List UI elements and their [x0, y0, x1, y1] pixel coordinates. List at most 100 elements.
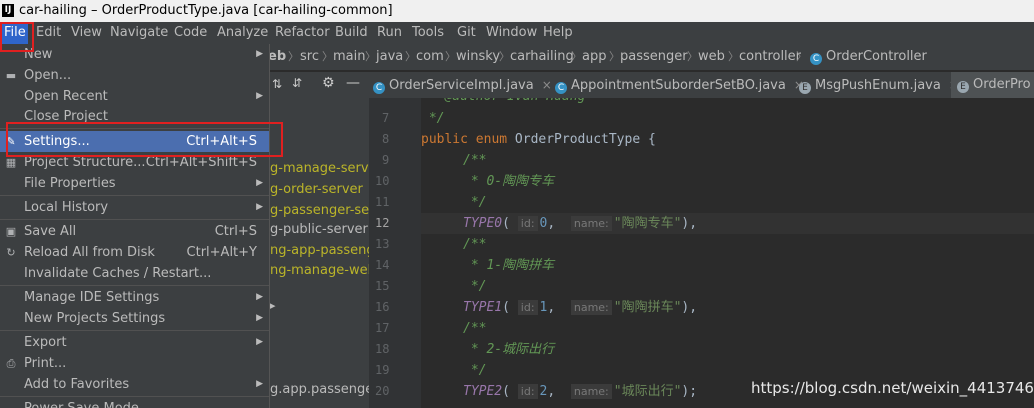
code-line: * 1-陶陶拼车	[463, 258, 555, 273]
menu-edit[interactable]: Edit	[34, 22, 63, 44]
code-line: */	[463, 195, 487, 210]
sort-icon[interactable]: ⇅	[272, 77, 282, 91]
breadcrumb-item[interactable]: app	[582, 44, 606, 70]
submenu-arrow-icon: ▶	[256, 49, 263, 59]
tree-item[interactable]: g-order-server	[270, 182, 363, 197]
breadcrumb-item[interactable]: winsky	[456, 44, 500, 70]
highlight-box	[6, 122, 283, 157]
submenu-arrow-icon: ▶	[256, 292, 263, 302]
editor-tabs: C OrderServiceImpl.java × C AppointmentSubo…	[369, 72, 1034, 99]
param-hint: id:	[517, 384, 538, 399]
param-hint: name:	[570, 300, 612, 315]
menu-build[interactable]: Build	[333, 22, 370, 44]
window-title: car-hailing – OrderProductType.java [car…	[19, 3, 393, 18]
menu-item-add-to-favorites[interactable]: Add to Favorites ▶	[0, 374, 269, 395]
breadcrumb-item[interactable]: com	[416, 44, 444, 70]
class-icon: C	[373, 82, 385, 94]
close-icon[interactable]: ×	[542, 78, 552, 92]
tab-msg-push-enum[interactable]: EMsgPushEnum.java×	[799, 72, 959, 98]
class-icon: C	[555, 82, 567, 94]
menu-item-local-history[interactable]: Local History ▶	[0, 197, 269, 218]
menu-item-export[interactable]: Export ▶	[0, 332, 269, 353]
tree-item[interactable]: g-public-server	[270, 222, 368, 237]
breadcrumb-item[interactable]: java	[376, 44, 403, 70]
highlight-box	[0, 22, 34, 52]
code-line: TYPE1( id: 1, name: "陶陶拼车"),	[463, 300, 698, 315]
menu-item-reload[interactable]: ↻ Reload All from Disk Ctrl+Alt+Y	[0, 242, 269, 263]
menu-bar: File Edit View Navigate Code Analyze Ref…	[0, 22, 1034, 44]
breadcrumb-item[interactable]: web	[698, 44, 725, 70]
submenu-arrow-icon: ▶	[256, 178, 263, 188]
menu-item-power-save-mode[interactable]: Power Save Mode	[0, 398, 269, 408]
param-hint: name:	[570, 216, 612, 231]
breadcrumb-item[interactable]: passenger	[620, 44, 688, 70]
menu-window[interactable]: Window	[484, 22, 539, 44]
code-line: /**	[463, 321, 487, 336]
menu-item-new-projects-settings[interactable]: New Projects Settings ▶	[0, 308, 269, 329]
code-line-current: TYPE0( id: 0, name: "陶陶专车"),	[421, 213, 1034, 234]
menu-item-invalidate-caches[interactable]: Invalidate Caches / Restart...	[0, 263, 269, 284]
code-line: /**	[463, 153, 487, 168]
file-menu-dropdown: New ▶ ▬ Open... Open Recent ▶ Close Project…	[0, 44, 270, 408]
editor-gutter: 7 8 9 10 11 12 13 14 15 16 17 18 19 20	[369, 98, 421, 408]
menu-git[interactable]: Git	[455, 22, 478, 44]
submenu-arrow-icon: ▶	[256, 313, 263, 323]
submenu-arrow-icon: ▶	[256, 202, 263, 212]
structure-icon: ▦	[5, 156, 17, 169]
menu-refactor[interactable]: Refactor	[273, 22, 332, 44]
code-editor[interactable]: * @author Ivan Huang */ public enum Orde…	[421, 98, 1034, 408]
breadcrumb: eb 〉 src 〉 main 〉 java 〉 com 〉 winsky 〉 …	[268, 44, 1034, 70]
menu-item-new[interactable]: New ▶	[0, 44, 269, 65]
param-hint: id:	[517, 300, 538, 315]
code-line: * 0-陶陶专车	[463, 174, 555, 189]
submenu-arrow-icon: ▶	[256, 337, 263, 347]
code-line: /**	[463, 237, 487, 252]
menu-code[interactable]: Code	[172, 22, 209, 44]
minimize-icon[interactable]: —	[346, 75, 360, 91]
menu-item-file-properties[interactable]: File Properties ▶	[0, 173, 269, 194]
gear-icon[interactable]: ⚙	[322, 75, 335, 91]
collapse-icon[interactable]: ⇵	[292, 76, 302, 90]
class-icon: C	[810, 53, 822, 65]
breadcrumb-item[interactable]: eb	[268, 44, 286, 70]
menu-item-open-recent[interactable]: Open Recent ▶	[0, 86, 269, 107]
tree-item[interactable]: g.app.passenger	[270, 382, 369, 397]
code-line: * @author Ivan Huang	[421, 98, 1034, 107]
tab-order-product-type[interactable]: E OrderPro	[951, 72, 1034, 98]
tab-order-service-impl[interactable]: C OrderServiceImpl.java ×	[373, 72, 552, 98]
menu-navigate[interactable]: Navigate	[108, 22, 170, 44]
menu-tools[interactable]: Tools	[410, 22, 446, 44]
tree-arrow-icon[interactable]: ▸	[270, 299, 276, 312]
breadcrumb-item-class[interactable]: C OrderController	[810, 44, 927, 70]
tree-item[interactable]: g-manage-server	[270, 161, 369, 176]
tree-item[interactable]: ng-app-passeng	[270, 243, 369, 258]
enum-icon: E	[799, 82, 811, 94]
reload-icon: ↻	[6, 246, 16, 259]
code-line: */	[421, 111, 445, 126]
menu-item-print[interactable]: ⎙ Print...	[0, 353, 269, 374]
code-line: */	[463, 279, 487, 294]
tab-appointment-suborder[interactable]: CAppointmentSuborderSetBO.java×	[555, 72, 804, 98]
menu-item-manage-ide-settings[interactable]: Manage IDE Settings ▶	[0, 287, 269, 308]
intellij-logo-icon: IJ	[2, 4, 14, 17]
menu-item-open[interactable]: ▬ Open...	[0, 65, 269, 86]
print-icon: ⎙	[6, 357, 16, 370]
menu-run[interactable]: Run	[375, 22, 404, 44]
tree-item[interactable]: ng-manage-web	[270, 263, 369, 278]
menu-analyze[interactable]: Analyze	[215, 22, 270, 44]
save-icon: ▣	[5, 225, 17, 238]
menu-item-save-all[interactable]: ▣ Save All Ctrl+S	[0, 221, 269, 242]
menu-view[interactable]: View	[69, 22, 104, 44]
code-line: */	[463, 363, 487, 378]
folder-icon: ▬	[5, 69, 17, 82]
project-tree: g-manage-server g-order-server g-passeng…	[270, 98, 369, 408]
breadcrumb-item[interactable]: controller	[739, 44, 801, 70]
title-bar: IJ car-hailing – OrderProductType.java […	[0, 0, 1034, 22]
breadcrumb-item[interactable]: main	[333, 44, 365, 70]
submenu-arrow-icon: ▶	[256, 91, 263, 101]
breadcrumb-item[interactable]: src	[300, 44, 319, 70]
tree-item[interactable]: g-passenger-ser	[270, 203, 369, 218]
project-toolbar: ⇅ ⇵ ⚙ —	[270, 72, 369, 98]
breadcrumb-item[interactable]: carhailing	[510, 44, 574, 70]
menu-help[interactable]: Help	[541, 22, 575, 44]
